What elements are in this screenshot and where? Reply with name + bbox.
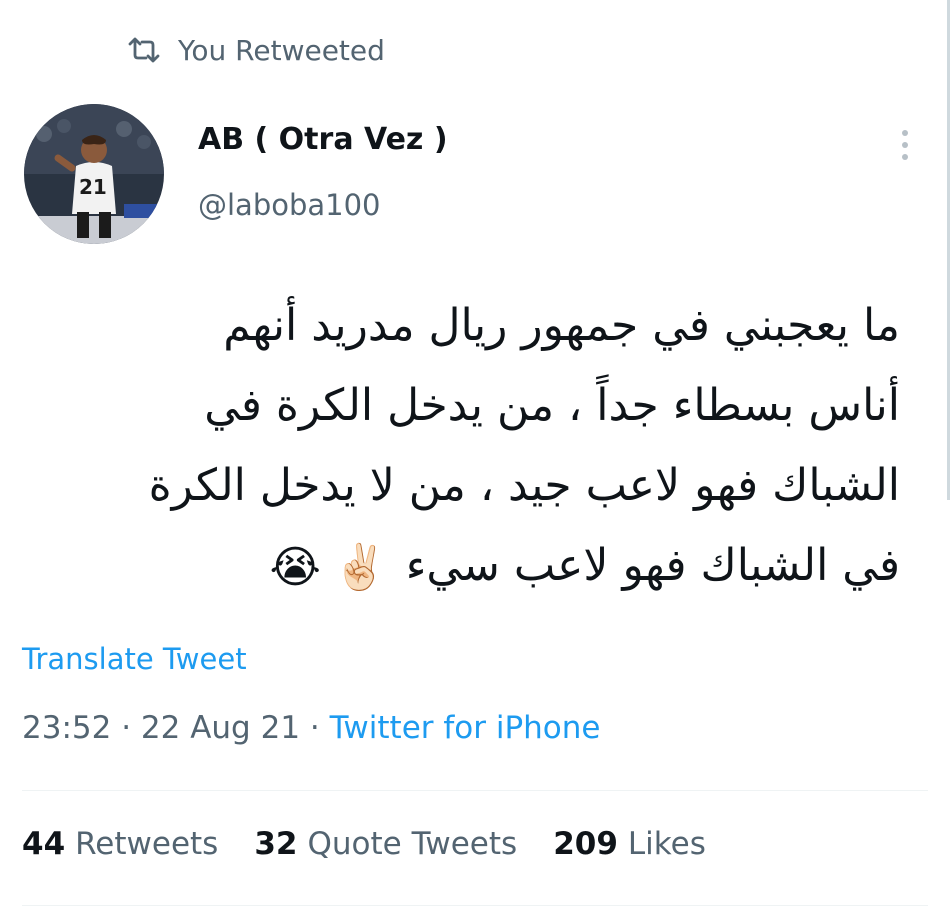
avatar[interactable]: 21: [24, 104, 164, 244]
tweet-line: أناس بسطاء جداً ، من يدخل الكرة في: [204, 380, 900, 431]
tweet-time[interactable]: 23:52: [22, 710, 111, 746]
tweet-line: ما يعجبني في جمهور ريال مدريد أنهم: [223, 300, 900, 351]
divider: [22, 790, 928, 791]
tweet-line: الشباك فهو لاعب جيد ، من لا يدخل الكرة: [148, 460, 900, 511]
tweet-line-last: في الشباك فهو لاعب سيء ✌🏻 😭: [20, 526, 900, 608]
divider: [22, 905, 928, 906]
retweet-context: You Retweeted: [128, 28, 385, 72]
tweet-line-text: في الشباك فهو لاعب سيء: [405, 540, 900, 591]
victory-hand-emoji: ✌🏻: [332, 542, 388, 593]
retweets-count: 44: [22, 826, 66, 862]
quote-tweets-stat[interactable]: 32 Quote Tweets: [254, 826, 517, 862]
more-vertical-icon: [900, 128, 910, 166]
author-display-name[interactable]: AB ( Otra Vez ): [198, 122, 448, 157]
more-options-button[interactable]: [880, 122, 930, 172]
quote-tweets-count: 32: [254, 826, 298, 862]
retweet-label: You Retweeted: [178, 33, 385, 67]
tweet-meta: 23:52 · 22 Aug 21 · Twitter for iPhone: [22, 710, 600, 746]
tweet-date[interactable]: 22 Aug 21: [141, 710, 300, 746]
meta-separator: ·: [111, 710, 141, 746]
retweets-stat[interactable]: 44 Retweets: [22, 826, 218, 862]
translate-tweet-link[interactable]: Translate Tweet: [22, 642, 247, 676]
retweets-label: Retweets: [75, 826, 219, 862]
likes-count: 209: [553, 826, 618, 862]
quote-tweets-label: Quote Tweets: [307, 826, 518, 862]
likes-stat[interactable]: 209 Likes: [553, 826, 706, 862]
crying-face-emoji: 😭: [269, 542, 321, 593]
tweet-text: ما يعجبني في جمهور ريال مدريد أنهم أناس …: [20, 286, 900, 608]
avatar-jersey-number: 21: [79, 175, 107, 199]
tweet-source-link[interactable]: Twitter for iPhone: [330, 710, 601, 746]
tweet-emojis: ✌🏻 😭: [269, 528, 387, 608]
likes-label: Likes: [627, 826, 706, 862]
retweet-icon: [128, 37, 160, 63]
tweet-stats: 44 Retweets 32 Quote Tweets 209 Likes: [22, 826, 706, 862]
meta-separator: ·: [300, 710, 330, 746]
author-handle[interactable]: @laboba100: [198, 188, 381, 222]
